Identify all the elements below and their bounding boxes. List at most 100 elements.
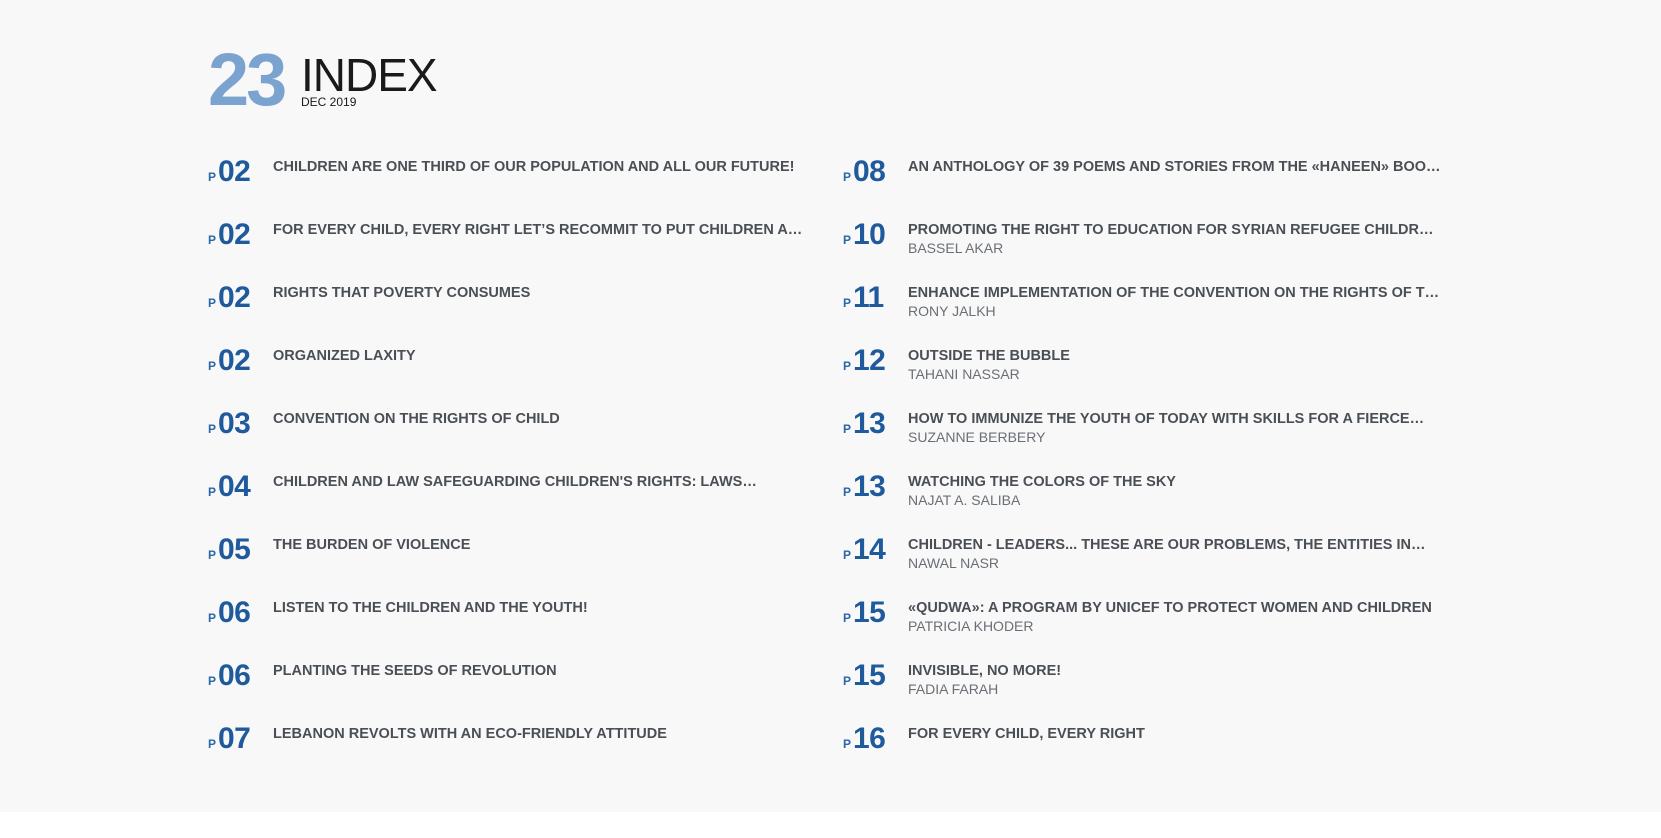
index-entry[interactable]: P 02 RIGHTS THAT POVERTY CONSUMES: [208, 281, 808, 344]
entry-text: CONVENTION ON THE RIGHTS OF CHILD: [273, 411, 808, 428]
index-entry[interactable]: P 02 CHILDREN ARE ONE THIRD OF OUR POPUL…: [208, 155, 808, 218]
page-number: 02: [218, 155, 251, 188]
article-author: PATRICIA KHODER: [908, 618, 1034, 634]
article-title-link[interactable]: AN ANTHOLOGY OF 39 POEMS AND STORIES FRO…: [908, 159, 1443, 176]
index-entry[interactable]: P 15 «QUDWA»: A PROGRAM BY UNICEF TO PRO…: [843, 596, 1443, 659]
page-prefix: P: [843, 233, 852, 247]
page-prefix: P: [208, 611, 217, 625]
article-title-link[interactable]: HOW TO IMMUNIZE THE YOUTH OF TODAY WITH …: [908, 411, 1443, 428]
article-title-link[interactable]: CONVENTION ON THE RIGHTS OF CHILD: [273, 411, 808, 428]
entry-text: OUTSIDE THE BUBBLE TAHANI NASSAR: [908, 348, 1443, 384]
entry-text: «QUDWA»: A PROGRAM BY UNICEF TO PROTECT …: [908, 600, 1443, 636]
index-entry[interactable]: P 06 PLANTING THE SEEDS OF REVOLUTION: [208, 659, 808, 722]
page-prefix: P: [843, 548, 852, 562]
article-author: SUZANNE BERBERY: [908, 429, 1046, 445]
page-prefix: P: [843, 674, 852, 688]
index-entry[interactable]: P 16 FOR EVERY CHILD, EVERY RIGHT: [843, 722, 1443, 785]
index-entry[interactable]: P 08 AN ANTHOLOGY OF 39 POEMS AND STORIE…: [843, 155, 1443, 218]
article-title-link[interactable]: THE BURDEN OF VIOLENCE: [273, 537, 808, 554]
article-title-link[interactable]: ENHANCE IMPLEMENTATION OF THE CONVENTION…: [908, 285, 1443, 302]
index-entry[interactable]: P 07 LEBANON REVOLTS WITH AN ECO-FRIENDL…: [208, 722, 808, 785]
page-number: 06: [218, 659, 251, 692]
article-author: BASSEL AKAR: [908, 240, 1004, 256]
page-number: 15: [853, 596, 886, 629]
index-entry[interactable]: P 10 PROMOTING THE RIGHT TO EDUCATION FO…: [843, 218, 1443, 281]
index-entry[interactable]: P 14 CHILDREN - LEADERS... THESE ARE OUR…: [843, 533, 1443, 596]
article-title-link[interactable]: «QUDWA»: A PROGRAM BY UNICEF TO PROTECT …: [908, 600, 1443, 617]
page-number: 05: [218, 533, 251, 566]
page-number: 13: [853, 407, 886, 440]
entry-text: THE BURDEN OF VIOLENCE: [273, 537, 808, 554]
index-entry[interactable]: P 13 WATCHING THE COLORS OF THE SKY NAJA…: [843, 470, 1443, 533]
index-entry[interactable]: P 12 OUTSIDE THE BUBBLE TAHANI NASSAR: [843, 344, 1443, 407]
entry-text: INVISIBLE, NO MORE! FADIA FARAH: [908, 663, 1443, 699]
page-number: 14: [853, 533, 886, 566]
entry-text: LEBANON REVOLTS WITH AN ECO-FRIENDLY ATT…: [273, 726, 808, 743]
page-prefix: P: [843, 737, 852, 751]
entry-text: FOR EVERY CHILD, EVERY RIGHT: [908, 726, 1443, 743]
index-entry[interactable]: P 02 FOR EVERY CHILD, EVERY RIGHT LET’S …: [208, 218, 808, 281]
index-entry[interactable]: P 05 THE BURDEN OF VIOLENCE: [208, 533, 808, 596]
page-prefix: P: [208, 674, 217, 688]
entry-text: CHILDREN ARE ONE THIRD OF OUR POPULATION…: [273, 159, 808, 176]
entry-text: ENHANCE IMPLEMENTATION OF THE CONVENTION…: [908, 285, 1443, 321]
article-author: FADIA FARAH: [908, 681, 999, 697]
index-entry[interactable]: P 02 ORGANIZED LAXITY: [208, 344, 808, 407]
page-prefix: P: [843, 485, 852, 499]
article-title-link[interactable]: PLANTING THE SEEDS OF REVOLUTION: [273, 663, 808, 680]
article-title-link[interactable]: CHILDREN ARE ONE THIRD OF OUR POPULATION…: [273, 159, 808, 176]
entry-text: CHILDREN - LEADERS... THESE ARE OUR PROB…: [908, 537, 1443, 573]
page-number: 08: [853, 155, 886, 188]
article-title-link[interactable]: CHILDREN - LEADERS... THESE ARE OUR PROB…: [908, 537, 1443, 554]
index-entry[interactable]: P 11 ENHANCE IMPLEMENTATION OF THE CONVE…: [843, 281, 1443, 344]
index-entry[interactable]: P 04 CHILDREN AND LAW SAFEGUARDING CHILD…: [208, 470, 808, 533]
index-column-left: P 02 CHILDREN ARE ONE THIRD OF OUR POPUL…: [208, 155, 808, 785]
index-panel: 23 INDEX DEC 2019 P 02 CHILDREN ARE ONE …: [0, 0, 1661, 812]
article-title-link[interactable]: ORGANIZED LAXITY: [273, 348, 808, 365]
entry-text: PLANTING THE SEEDS OF REVOLUTION: [273, 663, 808, 680]
page-prefix: P: [208, 422, 217, 436]
page-number: 02: [218, 218, 251, 251]
article-title-link[interactable]: PROMOTING THE RIGHT TO EDUCATION FOR SYR…: [908, 222, 1443, 239]
entry-text: CHILDREN AND LAW SAFEGUARDING CHILDREN'S…: [273, 474, 808, 491]
index-column-right: P 08 AN ANTHOLOGY OF 39 POEMS AND STORIE…: [843, 155, 1443, 785]
page-prefix: P: [843, 422, 852, 436]
article-title-link[interactable]: OUTSIDE THE BUBBLE: [908, 348, 1443, 365]
article-title-link[interactable]: FOR EVERY CHILD, EVERY RIGHT: [908, 726, 1443, 743]
page-number: 02: [218, 281, 251, 314]
article-title-link[interactable]: RIGHTS THAT POVERTY CONSUMES: [273, 285, 808, 302]
page-number: 07: [218, 722, 251, 755]
page-number: 15: [853, 659, 886, 692]
page-prefix: P: [843, 611, 852, 625]
page-prefix: P: [843, 296, 852, 310]
page-prefix: P: [208, 233, 217, 247]
article-title-link[interactable]: CHILDREN AND LAW SAFEGUARDING CHILDREN'S…: [273, 474, 808, 491]
entry-text: RIGHTS THAT POVERTY CONSUMES: [273, 285, 808, 302]
page-number: 04: [218, 470, 251, 503]
entry-text: PROMOTING THE RIGHT TO EDUCATION FOR SYR…: [908, 222, 1443, 258]
page-number: 12: [853, 344, 886, 377]
index-title: INDEX: [301, 49, 438, 101]
index-entry[interactable]: P 06 LISTEN TO THE CHILDREN AND THE YOUT…: [208, 596, 808, 659]
article-title-link[interactable]: INVISIBLE, NO MORE!: [908, 663, 1443, 680]
article-author: NAWAL NASR: [908, 555, 1000, 571]
page-number: 11: [853, 281, 884, 314]
page-prefix: P: [208, 170, 217, 184]
index-entry[interactable]: P 13 HOW TO IMMUNIZE THE YOUTH OF TODAY …: [843, 407, 1443, 470]
page-prefix: P: [208, 359, 217, 373]
article-title-link[interactable]: LISTEN TO THE CHILDREN AND THE YOUTH!: [273, 600, 808, 617]
issue-date: DEC 2019: [301, 95, 357, 109]
page-prefix: P: [208, 548, 217, 562]
page-number: 06: [218, 596, 251, 629]
page-number: 13: [853, 470, 886, 503]
entry-text: HOW TO IMMUNIZE THE YOUTH OF TODAY WITH …: [908, 411, 1443, 447]
page-prefix: P: [843, 170, 852, 184]
page-number: 03: [218, 407, 251, 440]
entry-text: AN ANTHOLOGY OF 39 POEMS AND STORIES FRO…: [908, 159, 1443, 176]
entry-text: ORGANIZED LAXITY: [273, 348, 808, 365]
article-title-link[interactable]: FOR EVERY CHILD, EVERY RIGHT LET’S RECOM…: [273, 222, 808, 239]
index-entry[interactable]: P 03 CONVENTION ON THE RIGHTS OF CHILD: [208, 407, 808, 470]
index-entry[interactable]: P 15 INVISIBLE, NO MORE! FADIA FARAH: [843, 659, 1443, 722]
article-title-link[interactable]: WATCHING THE COLORS OF THE SKY: [908, 474, 1443, 491]
article-title-link[interactable]: LEBANON REVOLTS WITH AN ECO-FRIENDLY ATT…: [273, 726, 808, 743]
